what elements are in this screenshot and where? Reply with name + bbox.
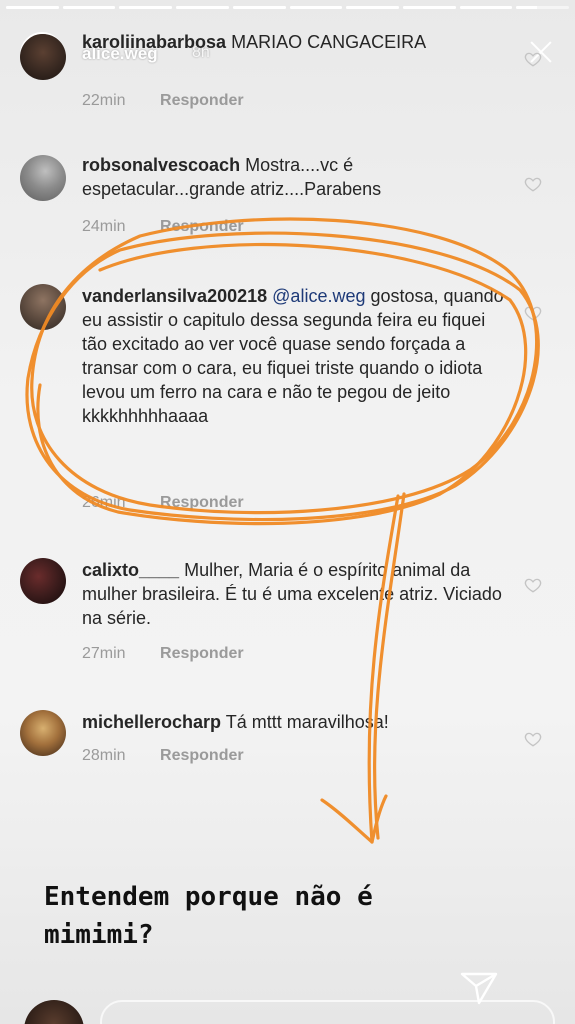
- reply-button[interactable]: Responder: [160, 747, 244, 764]
- comment-content: gostosa, quando eu assistir o capitulo d…: [82, 286, 504, 426]
- progress-fill: [232, 6, 286, 9]
- heart-icon[interactable]: [524, 304, 542, 322]
- comment-time: 22min: [82, 92, 126, 109]
- caption-line-2: mimimi?: [44, 920, 154, 950]
- comment-username[interactable]: robsonalvescoach: [82, 155, 240, 175]
- progress-segment: [119, 6, 173, 9]
- comment-text: calixto____ Mulher, Maria é o espírito a…: [82, 558, 512, 630]
- comment-text: robsonalvescoach Mostra....vc é espetacu…: [82, 153, 512, 201]
- progress-fill: [346, 6, 399, 9]
- comment-username[interactable]: calixto____: [82, 560, 179, 580]
- comment-meta: 22min Responder: [82, 92, 244, 110]
- heart-icon[interactable]: [524, 730, 542, 748]
- progress-fill: [62, 6, 116, 9]
- progress-fill: [6, 6, 59, 9]
- comment-username[interactable]: karoliinabarbosa: [82, 32, 226, 52]
- progress-segment: [62, 6, 116, 9]
- heart-icon[interactable]: [524, 175, 542, 193]
- progress-segment: [402, 6, 456, 9]
- comment-text: michellerocharp Tá mttt maravilhosa!: [82, 710, 512, 734]
- comment-meta: 27min Responder: [82, 645, 244, 663]
- avatar[interactable]: [20, 34, 66, 80]
- heart-icon[interactable]: [524, 50, 542, 68]
- progress-segment: [459, 6, 513, 9]
- progress-segment: [176, 6, 229, 9]
- story-screen: alice.weg 8h karoliinabarbosa MARIAO CAN…: [0, 0, 575, 1024]
- heart-icon[interactable]: [524, 576, 542, 594]
- story-progress: [6, 6, 570, 9]
- annotation-arrow-head: [320, 794, 388, 844]
- progress-fill: [119, 6, 173, 9]
- comment-username[interactable]: michellerocharp: [82, 712, 221, 732]
- reply-button[interactable]: Responder: [160, 645, 244, 662]
- comment-time: 27min: [82, 645, 126, 662]
- progress-fill: [289, 6, 343, 9]
- comment-text: vanderlansilva200218 @alice.weg gostosa,…: [82, 284, 512, 428]
- comment-time: 24min: [82, 218, 126, 235]
- avatar[interactable]: [20, 710, 66, 756]
- comment-meta: 24min Responder: [82, 218, 244, 236]
- comment-content: Tá mttt maravilhosa!: [225, 712, 389, 732]
- comment-meta: 28min Responder: [82, 747, 244, 765]
- progress-segment: [516, 6, 570, 9]
- comment-text: karoliinabarbosa MARIAO CANGACEIRA: [82, 30, 512, 54]
- progress-segment: [232, 6, 286, 9]
- avatar[interactable]: [20, 558, 66, 604]
- avatar[interactable]: [20, 284, 66, 330]
- comment-username[interactable]: vanderlansilva200218: [82, 286, 267, 306]
- comment-time: 28min: [82, 747, 126, 764]
- progress-fill: [402, 6, 456, 9]
- progress-segment: [6, 6, 59, 9]
- comment-time: 26min: [82, 494, 126, 511]
- story-caption: Entendem porque não é mimimi?: [44, 878, 524, 954]
- comment-content: MARIAO CANGACEIRA: [231, 32, 427, 52]
- comment-meta: 26min Responder: [82, 494, 244, 512]
- reply-button[interactable]: Responder: [160, 494, 244, 511]
- progress-fill: [516, 6, 538, 9]
- progress-fill: [459, 6, 513, 9]
- current-user-avatar: [24, 1000, 84, 1024]
- progress-segment: [346, 6, 399, 9]
- reply-input[interactable]: [100, 1000, 555, 1024]
- comment-mention[interactable]: @alice.weg: [272, 286, 365, 306]
- progress-segment: [289, 6, 343, 9]
- reply-button[interactable]: Responder: [160, 92, 244, 109]
- progress-fill: [176, 6, 229, 9]
- reply-button[interactable]: Responder: [160, 218, 244, 235]
- avatar[interactable]: [20, 155, 66, 201]
- annotation-arrow-shaft-2: [372, 492, 406, 840]
- annotation-arrow-shaft: [367, 494, 400, 844]
- caption-line-1: Entendem porque não é: [44, 882, 373, 912]
